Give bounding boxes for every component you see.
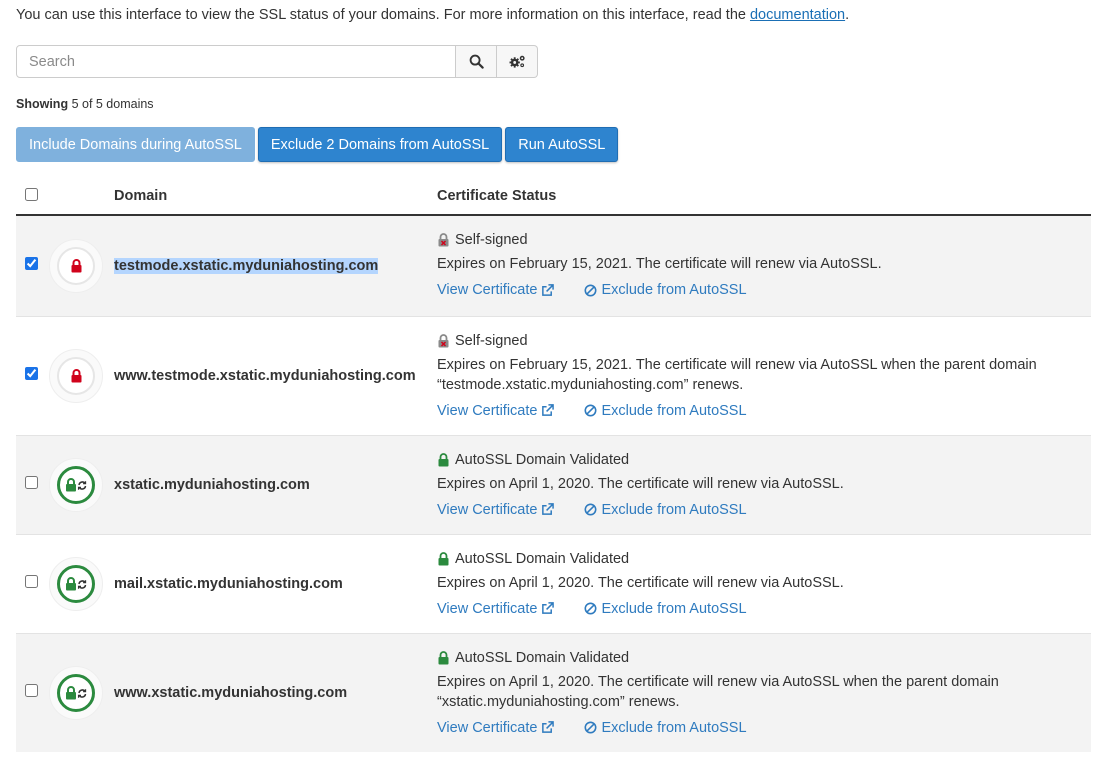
self-signed-lock-icon — [438, 233, 449, 247]
exclude-autossl-link[interactable]: Exclude from AutoSSL — [584, 401, 747, 421]
select-all-checkbox[interactable] — [24, 187, 38, 201]
view-certificate-link[interactable]: View Certificate — [437, 401, 555, 421]
exclude-domains-button[interactable]: Exclude 2 Domains from AutoSSL — [257, 127, 503, 162]
external-link-icon — [542, 721, 555, 734]
ban-icon — [584, 602, 597, 615]
intro-body: You can use this interface to view the S… — [16, 7, 750, 23]
ssl-status-badge — [49, 665, 103, 720]
exclude-autossl-link[interactable]: Exclude from AutoSSL — [584, 280, 747, 300]
exclude-autossl-link[interactable]: Exclude from AutoSSL — [584, 718, 747, 738]
showing-label: Showing — [16, 97, 69, 111]
row-checkbox[interactable] — [24, 475, 38, 489]
exclude-autossl-link[interactable]: Exclude from AutoSSL — [584, 599, 747, 619]
table-header: Domain Certificate Status — [16, 178, 1091, 216]
domain-name[interactable]: xstatic.myduniahosting.com — [114, 477, 310, 493]
table-row: mail.xstatic.myduniahosting.com AutoSSL … — [16, 533, 1091, 633]
exclude-autossl-link[interactable]: Exclude from AutoSSL — [584, 500, 747, 520]
table-row: testmode.xstatic.myduniahosting.com Self… — [16, 214, 1091, 316]
domain-name[interactable]: www.xstatic.myduniahosting.com — [114, 685, 347, 701]
row-checkbox[interactable] — [24, 256, 38, 270]
documentation-link[interactable]: documentation — [750, 7, 845, 23]
search-button[interactable] — [456, 45, 497, 78]
lock-red-icon — [71, 258, 81, 273]
ban-icon — [584, 503, 597, 516]
cert-status: AutoSSL Domain Validated — [455, 451, 630, 468]
gears-icon — [509, 55, 525, 68]
ssl-status-badge — [49, 238, 103, 293]
cert-expiry: Expires on February 15, 2021. The certif… — [437, 356, 1037, 393]
view-certificate-link[interactable]: View Certificate — [437, 280, 555, 300]
showing-count: Showing 5 of 5 domains — [16, 97, 154, 111]
external-link-icon — [542, 602, 555, 614]
lock-red-icon — [71, 368, 81, 382]
row-checkbox[interactable] — [24, 574, 38, 588]
column-header-domain[interactable]: Domain — [114, 178, 437, 216]
table-row: www.testmode.xstatic.myduniahosting.com … — [16, 315, 1091, 435]
self-signed-lock-icon — [438, 333, 449, 347]
search-bar — [16, 45, 538, 78]
domains-table: Domain Certificate Status testmode.xstat… — [16, 178, 1091, 752]
green-lock-icon — [438, 452, 449, 466]
domain-name[interactable]: testmode.xstatic.myduniahosting.com — [114, 257, 379, 274]
ban-icon — [584, 284, 597, 297]
cert-expiry: Expires on April 1, 2020. The certificat… — [437, 475, 844, 492]
column-header-status[interactable]: Certificate Status — [437, 178, 1091, 216]
view-certificate-link[interactable]: View Certificate — [437, 718, 555, 738]
lock-renew-icon — [66, 685, 87, 700]
external-link-icon — [542, 503, 555, 515]
table-row: xstatic.myduniahosting.com AutoSSL Domai… — [16, 434, 1091, 534]
include-domains-button[interactable]: Include Domains during AutoSSL — [16, 127, 255, 162]
cert-expiry: Expires on April 1, 2020. The certificat… — [437, 673, 999, 710]
external-link-icon — [542, 283, 555, 296]
cert-status: AutoSSL Domain Validated — [455, 649, 630, 666]
ban-icon — [584, 404, 597, 417]
lock-renew-icon — [66, 576, 87, 590]
search-input[interactable] — [16, 45, 456, 78]
ssl-status-badge — [49, 556, 103, 611]
intro-end: . — [845, 7, 850, 23]
row-checkbox[interactable] — [24, 366, 38, 380]
green-lock-icon — [438, 551, 449, 565]
domain-name[interactable]: mail.xstatic.myduniahosting.com — [114, 576, 343, 592]
ssl-status-badge — [49, 348, 103, 403]
settings-button[interactable] — [497, 45, 538, 78]
domain-name[interactable]: www.testmode.xstatic.myduniahosting.com — [114, 368, 416, 384]
cert-status: Self-signed — [455, 232, 528, 249]
ban-icon — [584, 721, 597, 734]
ssl-status-badge — [49, 457, 103, 512]
search-icon — [469, 54, 484, 69]
lock-renew-icon — [66, 477, 87, 491]
showing-text: 5 of 5 domains — [71, 97, 154, 111]
view-certificate-link[interactable]: View Certificate — [437, 599, 555, 619]
intro-text: You can use this interface to view the S… — [16, 7, 849, 23]
cert-status: Self-signed — [455, 332, 528, 349]
cert-expiry: Expires on February 15, 2021. The certif… — [437, 256, 882, 273]
row-checkbox[interactable] — [24, 683, 38, 697]
green-lock-icon — [438, 650, 449, 665]
external-link-icon — [542, 404, 555, 416]
action-buttons: Include Domains during AutoSSL Exclude 2… — [16, 127, 619, 162]
view-certificate-link[interactable]: View Certificate — [437, 500, 555, 520]
run-autossl-button[interactable]: Run AutoSSL — [505, 127, 619, 162]
table-row: www.xstatic.myduniahosting.com AutoSSL D… — [16, 632, 1091, 752]
cert-expiry: Expires on April 1, 2020. The certificat… — [437, 574, 844, 591]
cert-status: AutoSSL Domain Validated — [455, 550, 630, 567]
